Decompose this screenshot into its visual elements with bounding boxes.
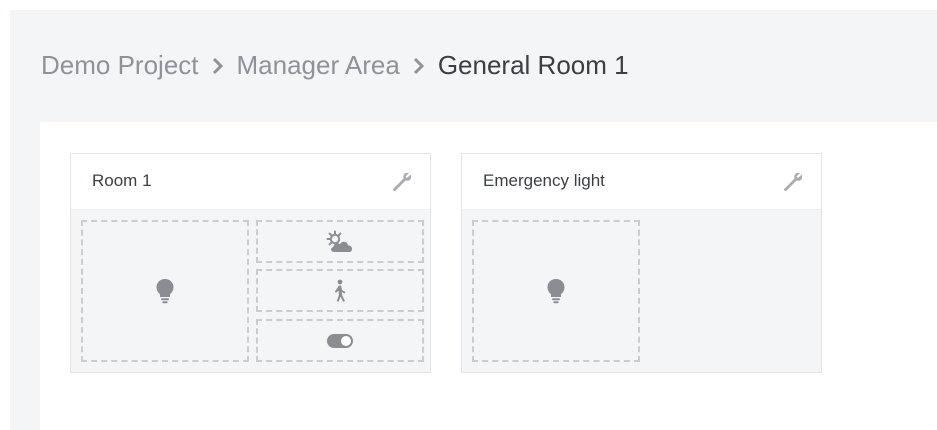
light-slot[interactable] [81,220,249,362]
card-title: Emergency light [483,171,605,190]
content-area: Room 1 Emergency light [40,122,937,430]
breadcrumb-current: General Room 1 [437,50,629,80]
room-card: Room 1 [70,153,431,373]
breadcrumb-item-project[interactable]: Demo Project [41,50,199,81]
breadcrumb: Demo Project Manager Area General Room 1 [41,50,629,81]
wrench-icon[interactable] [781,170,805,194]
lightbulb-icon [155,278,175,304]
card-header: Room 1 [71,154,430,210]
light-slot[interactable] [472,220,640,362]
chevron-right-icon [410,57,428,75]
page: Demo Project Manager Area General Room 1… [10,10,937,430]
weather-slot[interactable] [256,220,424,263]
breadcrumb-item-area[interactable]: Manager Area [237,50,400,81]
card-title: Room 1 [92,171,152,190]
emergency-light-card: Emergency light [461,153,822,373]
toggle-icon [326,333,354,349]
motion-slot[interactable] [256,269,424,312]
chevron-right-icon [209,57,227,75]
card-header: Emergency light [462,154,821,210]
switch-slot[interactable] [256,319,424,362]
motion-person-icon [331,279,349,303]
wrench-icon[interactable] [390,170,414,194]
sun-cloud-icon [324,230,356,254]
lightbulb-icon [546,278,566,304]
